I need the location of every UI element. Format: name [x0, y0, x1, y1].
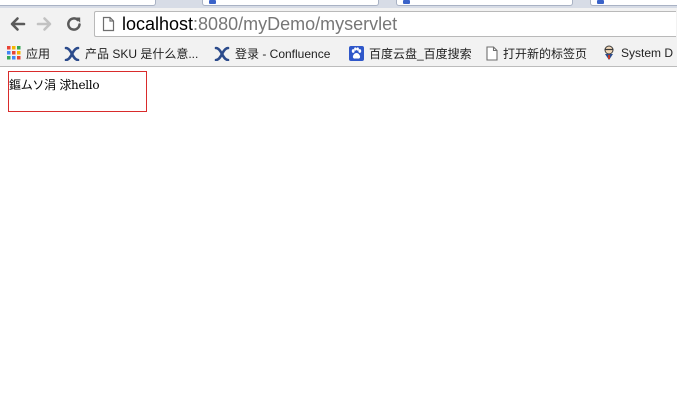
- bookmark-label: 产品 SKU 是什么意...: [85, 46, 199, 61]
- jenkins-icon: [604, 45, 614, 60]
- tab-favicon: [1, 0, 8, 4]
- servlet-output-box: 鏂ムソ涓 浗hello: [8, 71, 147, 112]
- navigation-toolbar: localhost:8080/myDemo/myservlet: [0, 8, 677, 40]
- bookmark-label: 打开新的标签页: [503, 46, 588, 61]
- tab-4[interactable]: [590, 0, 677, 6]
- confluence-x-icon: [214, 46, 230, 61]
- bookmark-new-tab-page[interactable]: 打开新的标签页: [486, 43, 587, 63]
- bookmark-product-sku[interactable]: 产品 SKU 是什么意...: [64, 43, 198, 63]
- tab-favicon: [209, 0, 216, 4]
- bookmark-label: 登录 - Confluence: [235, 46, 331, 61]
- bookmark-baidu-search[interactable]: 百度云盘_百度搜索: [349, 43, 472, 63]
- page-icon: [486, 45, 498, 61]
- baidu-paw-icon: [349, 45, 364, 61]
- tab-favicon: [597, 0, 604, 4]
- bookmarks-bar: 应用 产品 SKU 是什么意... 登录 - Confluence 百度云盘_百…: [0, 40, 677, 66]
- tab-1[interactable]: [0, 0, 156, 6]
- reload-icon: [67, 17, 81, 31]
- bookmark-apps[interactable]: 应用: [7, 43, 50, 63]
- url-path: :8080/myDemo/myservlet: [193, 14, 398, 34]
- reload-button[interactable]: [62, 12, 86, 36]
- url-host: localhost: [122, 14, 194, 34]
- bookmark-label: 百度云盘_百度搜索: [369, 46, 472, 61]
- apps-grid-icon: [7, 46, 21, 60]
- bookmark-label: 应用: [26, 46, 51, 61]
- bookmark-label: System D: [621, 46, 674, 60]
- tab-3[interactable]: [396, 0, 573, 6]
- tab-strip: [0, 0, 677, 8]
- back-button[interactable]: [5, 12, 29, 36]
- servlet-output-text: 鏂ムソ涓 浗hello: [9, 78, 100, 92]
- forward-button[interactable]: [33, 12, 57, 36]
- forward-arrow-icon: [36, 17, 52, 31]
- confluence-x-icon: [64, 46, 80, 61]
- bookmark-system-d[interactable]: System D: [602, 43, 673, 63]
- back-arrow-icon: [10, 17, 26, 31]
- tab-favicon: [403, 0, 410, 4]
- browser-chrome: localhost:8080/myDemo/myservlet 应用 产品 SK…: [0, 0, 677, 67]
- address-bar[interactable]: localhost:8080/myDemo/myservlet: [94, 11, 676, 37]
- url-text: localhost:8080/myDemo/myservlet: [122, 14, 397, 34]
- tab-2[interactable]: [202, 0, 379, 6]
- bookmark-confluence-login[interactable]: 登录 - Confluence: [214, 43, 330, 63]
- page-icon: [102, 16, 115, 37]
